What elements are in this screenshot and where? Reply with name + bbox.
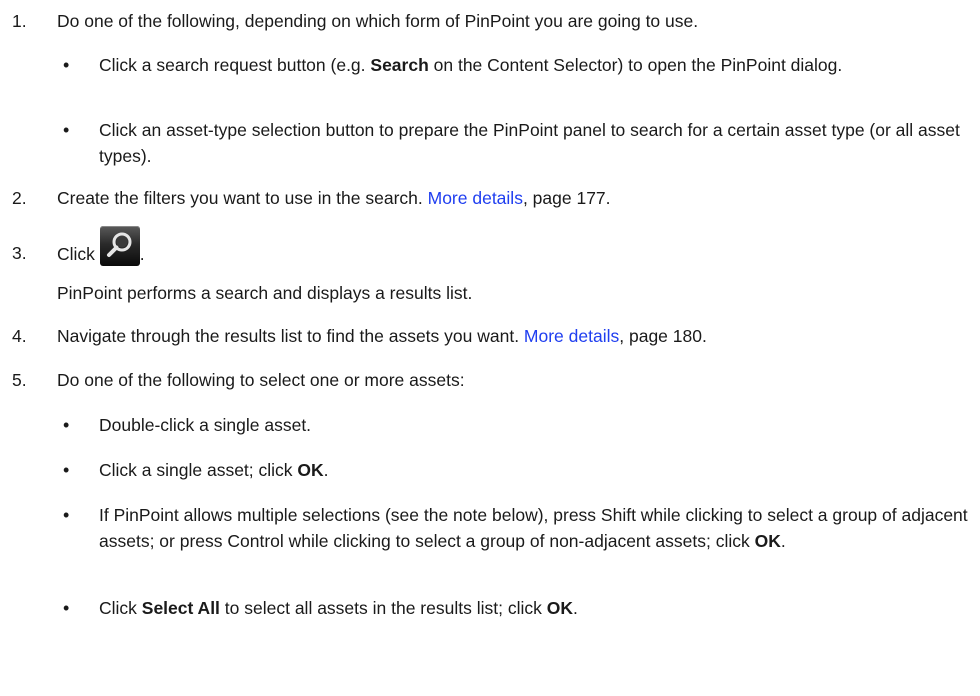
magnifier-icon (99, 226, 140, 266)
bullet-icon: • (63, 55, 70, 75)
step-text: Do one of the following, depending on wh… (57, 11, 699, 31)
bullet-text: Click Select All to select all assets in… (99, 598, 578, 618)
bullet-icon: • (63, 598, 70, 618)
step-number: 3. (12, 243, 27, 263)
bullet-icon: • (63, 505, 70, 525)
step-text: Create the filters you want to use in th… (57, 188, 611, 208)
step-text: Click . (57, 226, 145, 267)
step-text: Do one of the following to select one or… (57, 370, 465, 390)
bullet-text: Double-click a single asset. (99, 415, 312, 435)
more-details-link[interactable]: More details (524, 326, 619, 346)
step-number: 4. (12, 326, 27, 346)
bullet-icon: • (63, 120, 70, 140)
step-number: 1. (12, 11, 27, 31)
step-text: Navigate through the results list to fin… (57, 326, 707, 346)
bullet-text: If PinPoint allows multiple selections (… (99, 505, 968, 551)
instructions-page: 1. Do one of the following, depending on… (0, 0, 980, 696)
step-result-text: PinPoint performs a search and displays … (57, 283, 473, 303)
bullet-text: Click a single asset; click OK. (99, 460, 329, 480)
step-number: 5. (12, 370, 27, 390)
more-details-link[interactable]: More details (428, 188, 523, 208)
step-number: 2. (12, 188, 27, 208)
bullet-text: Click a search request button (e.g. Sear… (99, 55, 843, 75)
bullet-icon: • (63, 415, 70, 435)
bullet-text: Click an asset-type selection button to … (99, 120, 960, 166)
bullet-icon: • (63, 460, 70, 480)
